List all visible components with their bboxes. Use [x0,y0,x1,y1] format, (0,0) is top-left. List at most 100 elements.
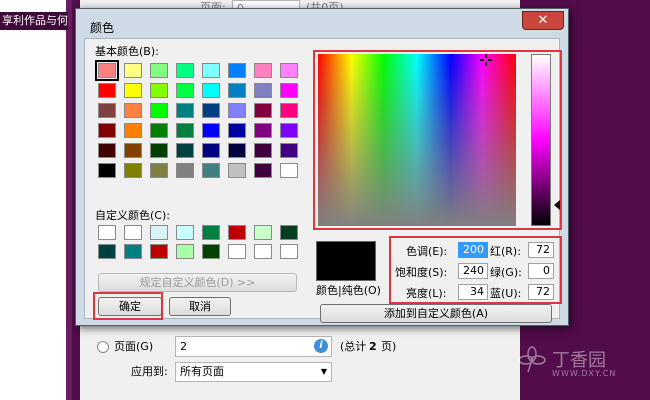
color-swatch[interactable] [150,163,168,178]
color-swatch[interactable] [176,123,194,138]
color-swatch[interactable] [228,123,246,138]
red-label: 红(R): [490,245,521,258]
flower-logo-icon [518,346,546,373]
color-swatch[interactable] [176,143,194,158]
color-swatch[interactable] [124,123,142,138]
color-swatch[interactable] [254,225,272,240]
red-input[interactable]: 72 [528,242,554,258]
dialog-title: 颜色 [90,21,115,35]
color-swatch[interactable] [124,244,142,259]
color-swatch[interactable] [254,163,272,178]
cancel-button[interactable]: 取消 [169,297,231,316]
color-swatch[interactable] [176,225,194,240]
page-total-suffix: 页) [381,340,397,353]
green-input[interactable]: 0 [528,263,554,279]
color-swatch[interactable] [95,60,119,81]
custom-colors-label: 自定义颜色(C): [95,209,170,222]
color-swatch[interactable] [98,123,116,138]
color-swatch[interactable] [228,103,246,118]
luminance-pointer-icon[interactable] [554,200,560,210]
luminance-slider[interactable] [531,54,551,226]
color-swatch[interactable] [176,103,194,118]
color-swatch[interactable] [254,103,272,118]
color-swatch[interactable] [124,163,142,178]
color-swatch[interactable] [254,83,272,98]
color-swatch[interactable] [150,225,168,240]
color-swatch[interactable] [202,123,220,138]
color-swatch[interactable] [176,244,194,259]
color-swatch[interactable] [254,244,272,259]
color-swatch[interactable] [150,143,168,158]
color-swatch[interactable] [98,244,116,259]
info-icon[interactable]: i [314,339,328,353]
add-to-custom-colors-button[interactable]: 添加到自定义颜色(A) [320,304,552,323]
color-swatch[interactable] [228,143,246,158]
color-swatch[interactable] [98,103,116,118]
color-swatch[interactable] [280,244,298,259]
basic-colors-label: 基本颜色(B): [95,45,159,58]
color-swatch[interactable] [202,103,220,118]
color-swatch[interactable] [228,163,246,178]
color-swatch[interactable] [98,163,116,178]
color-swatch[interactable] [280,83,298,98]
crosshair-icon [480,54,492,66]
hue-input[interactable]: 200 [458,242,488,258]
color-swatch[interactable] [124,143,142,158]
color-swatch[interactable] [202,244,220,259]
green-label: 绿(G): [490,266,522,279]
ok-button[interactable]: 确定 [98,297,162,316]
color-swatch[interactable] [150,63,168,78]
color-swatch[interactable] [98,143,116,158]
color-swatch[interactable] [202,83,220,98]
color-swatch[interactable] [176,163,194,178]
color-swatch[interactable] [280,123,298,138]
saturation-input[interactable]: 240 [458,263,488,279]
color-swatch[interactable] [150,123,168,138]
color-swatch[interactable] [202,225,220,240]
color-swatch[interactable] [202,163,220,178]
page-number-input[interactable]: 2 [175,336,332,357]
color-preview [316,241,376,281]
define-custom-colors-button[interactable]: 规定自定义颜色(D) >> [98,273,297,292]
color-spectrum[interactable] [318,54,516,226]
color-swatch[interactable] [150,83,168,98]
color-swatch[interactable] [176,83,194,98]
color-swatch[interactable] [202,63,220,78]
color-solid-label: 颜色|纯色(O) [316,284,381,297]
close-button[interactable]: ✕ [522,11,564,30]
color-swatch[interactable] [228,244,246,259]
left-document-panel [0,0,72,400]
color-swatch[interactable] [98,225,116,240]
color-swatch[interactable] [254,63,272,78]
color-swatch[interactable] [228,83,246,98]
color-swatch[interactable] [124,103,142,118]
blue-label: 蓝(U): [490,287,522,300]
color-swatch[interactable] [150,244,168,259]
color-swatch[interactable] [280,163,298,178]
color-swatch[interactable] [254,123,272,138]
page-total-number: 2 [369,340,377,353]
chevron-down-icon: ▼ [320,367,327,376]
left-panel-title: 享利作品与何 [0,12,68,30]
color-swatch[interactable] [228,225,246,240]
color-swatch[interactable] [176,63,194,78]
color-swatch[interactable] [150,103,168,118]
blue-input[interactable]: 72 [528,284,554,300]
color-swatch[interactable] [124,63,142,78]
color-swatch[interactable] [280,225,298,240]
color-dialog: 颜色 ✕ 基本颜色(B): 自定义颜色(C): 规定自定义颜色(D) >> 确定… [75,8,569,326]
color-swatch[interactable] [228,63,246,78]
luminance-input[interactable]: 34 [458,284,488,300]
color-swatch[interactable] [202,143,220,158]
apply-to-select[interactable]: 所有页面 ▼ [175,362,332,382]
watermark: 丁香园 WWW.DXY.CN [512,342,632,386]
color-swatch[interactable] [280,63,298,78]
dialog-body: 基本颜色(B): 自定义颜色(C): 规定自定义颜色(D) >> 确定 取消 颜… [84,38,562,323]
page-radio[interactable] [97,341,109,353]
color-swatch[interactable] [280,143,298,158]
color-swatch[interactable] [124,83,142,98]
color-swatch[interactable] [98,83,116,98]
color-swatch[interactable] [280,103,298,118]
color-swatch[interactable] [124,225,142,240]
color-swatch[interactable] [254,143,272,158]
